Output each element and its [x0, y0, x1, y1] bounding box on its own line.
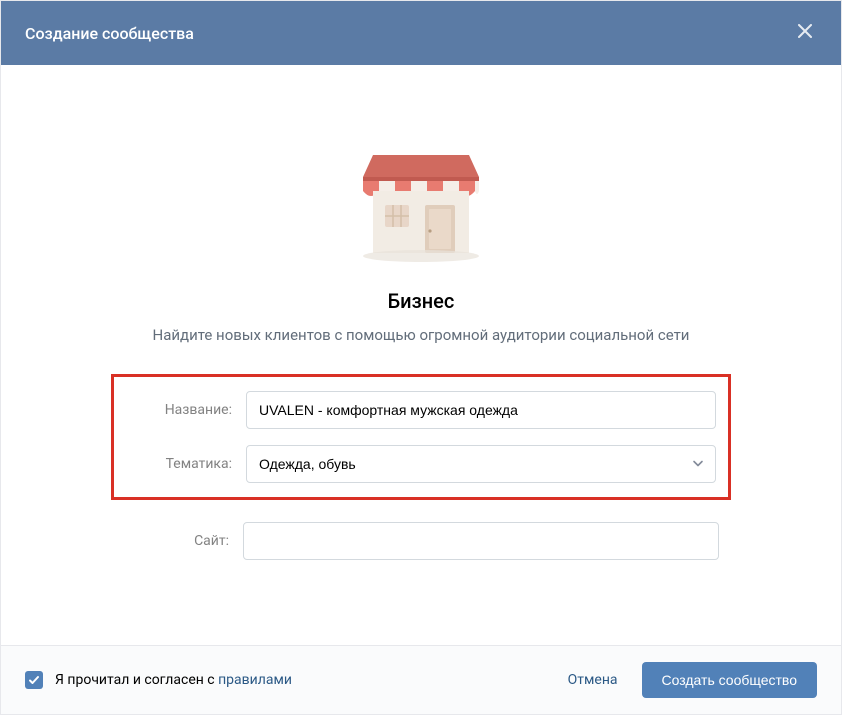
agree-text: Я прочитал и согласен с правилами: [55, 672, 292, 688]
topic-label: Тематика:: [126, 456, 246, 472]
cancel-button[interactable]: Отмена: [568, 672, 618, 688]
close-icon: [797, 23, 813, 43]
agree-checkbox[interactable]: [25, 671, 43, 689]
site-input[interactable]: [243, 522, 719, 560]
name-input[interactable]: [246, 391, 716, 429]
topic-select[interactable]: Одежда, обувь: [246, 445, 716, 483]
highlighted-fields: Название: Тематика: Одежда, обувь: [111, 374, 731, 500]
community-form: Название: Тематика: Одежда, обувь: [111, 374, 731, 560]
footer-right: Отмена Создать сообщество: [568, 662, 817, 698]
footer-left: Я прочитал и согласен с правилами: [25, 671, 292, 689]
check-icon: [28, 671, 40, 690]
modal-body: Бизнес Найдите новых клиентов с помощью …: [1, 65, 841, 645]
site-label: Сайт:: [123, 533, 243, 549]
shop-icon: [351, 125, 491, 265]
site-row: Сайт:: [111, 508, 731, 560]
modal-footer: Я прочитал и согласен с правилами Отмена…: [1, 645, 841, 714]
modal-title: Создание сообщества: [25, 24, 194, 43]
modal-header: Создание сообщества: [1, 1, 841, 65]
agree-prefix: Я прочитал и согласен с: [55, 672, 218, 688]
topic-row: Тематика: Одежда, обувь: [126, 445, 716, 483]
close-button[interactable]: [793, 21, 817, 45]
name-label: Название:: [126, 402, 246, 418]
section-description: Найдите новых клиентов с помощью огромно…: [153, 325, 690, 346]
section-title: Бизнес: [388, 289, 455, 313]
name-row: Название:: [126, 391, 716, 429]
create-button[interactable]: Создать сообщество: [642, 662, 817, 698]
rules-link[interactable]: правилами: [218, 672, 292, 688]
create-community-modal: Создание сообщества: [0, 0, 842, 715]
